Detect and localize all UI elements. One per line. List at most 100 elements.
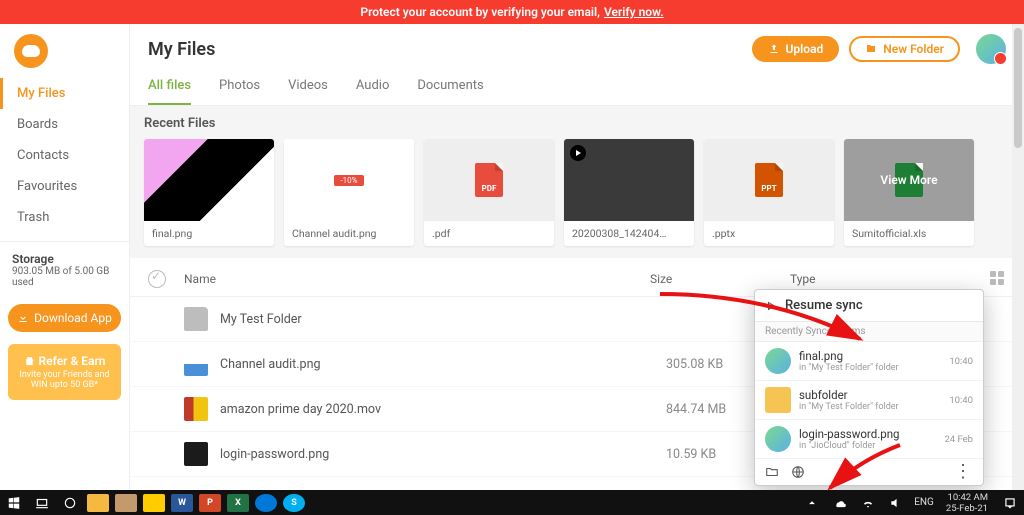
system-clock[interactable]: 10:42 AM 25-Feb-21 bbox=[938, 492, 996, 514]
main-content: My Files Upload New Folder All files Pho… bbox=[130, 24, 1024, 490]
recent-card[interactable]: final.png bbox=[144, 139, 274, 246]
taskbar-app[interactable] bbox=[115, 494, 137, 512]
file-name: My Test Folder bbox=[220, 312, 666, 327]
storage-widget: Storage 903.05 MB of 5.00 GB used bbox=[0, 241, 129, 298]
item-thumbnail bbox=[765, 348, 791, 374]
column-size[interactable]: Size bbox=[650, 272, 790, 286]
play-icon bbox=[570, 145, 586, 161]
item-location: in "My Test Folder" folder bbox=[799, 402, 941, 412]
language-indicator[interactable]: ENG bbox=[910, 490, 938, 515]
taskview-button[interactable] bbox=[28, 490, 56, 515]
vertical-scrollbar[interactable] bbox=[1012, 24, 1024, 490]
verify-banner: Protect your account by verifying your e… bbox=[0, 0, 1024, 24]
play-outline-icon bbox=[765, 300, 777, 312]
recent-card[interactable]: PPT .pptx bbox=[704, 139, 834, 246]
file-type-icon bbox=[184, 307, 208, 331]
tray-wifi-icon[interactable] bbox=[854, 490, 882, 515]
thumbnail bbox=[564, 139, 694, 221]
grid-view-icon[interactable] bbox=[990, 271, 1006, 287]
powerpoint-icon[interactable]: P bbox=[199, 494, 221, 512]
synced-item[interactable]: subfolder in "My Test Folder" folder 10:… bbox=[755, 381, 983, 420]
file-type-icon bbox=[184, 442, 208, 466]
item-name: final.png bbox=[799, 349, 941, 363]
sidebar-item-boards[interactable]: Boards bbox=[0, 109, 129, 140]
tray-chevron-icon[interactable] bbox=[798, 490, 826, 515]
windows-icon bbox=[7, 496, 21, 510]
refer-title: Refer & Earn bbox=[39, 354, 106, 368]
notification-button[interactable] bbox=[996, 490, 1024, 515]
pdf-icon: PDF bbox=[475, 163, 503, 197]
refer-detail: Invite your Friends and WIN upto 50 GB* bbox=[14, 370, 115, 390]
column-name[interactable]: Name bbox=[184, 272, 650, 286]
resume-sync-button[interactable]: Resume sync bbox=[755, 290, 983, 322]
card-label: .pdf bbox=[424, 221, 554, 246]
card-label: Sumitofficial.xls bbox=[844, 221, 974, 246]
cloud-icon bbox=[833, 496, 847, 510]
download-icon bbox=[17, 312, 29, 324]
tab-documents[interactable]: Documents bbox=[417, 72, 483, 105]
tab-audio[interactable]: Audio bbox=[356, 72, 389, 105]
explorer-icon[interactable] bbox=[143, 494, 165, 512]
file-name: Channel audit.png bbox=[220, 357, 666, 372]
cortana-button[interactable] bbox=[56, 490, 84, 515]
item-thumbnail bbox=[765, 387, 791, 413]
sidebar-item-contacts[interactable]: Contacts bbox=[0, 140, 129, 171]
taskbar-app[interactable] bbox=[87, 494, 109, 512]
item-time: 10:40 bbox=[949, 356, 973, 367]
item-time: 10:40 bbox=[949, 395, 973, 406]
synced-item[interactable]: login-password.png in "JioCloud" folder … bbox=[755, 420, 983, 459]
verify-link[interactable]: Verify now. bbox=[604, 5, 664, 19]
word-icon[interactable]: W bbox=[171, 494, 193, 512]
recent-cards: final.png -10% Channel audit.png PDF .pd… bbox=[144, 139, 1010, 246]
thumbnail: PDF bbox=[424, 139, 554, 221]
tab-videos[interactable]: Videos bbox=[288, 72, 328, 105]
banner-text: Protect your account by verifying your e… bbox=[360, 5, 600, 19]
recent-card[interactable]: -10% Channel audit.png bbox=[284, 139, 414, 246]
avatar[interactable] bbox=[976, 34, 1006, 64]
start-button[interactable] bbox=[0, 490, 28, 515]
tab-allfiles[interactable]: All files bbox=[148, 72, 191, 105]
item-name: subfolder bbox=[799, 388, 941, 402]
discount-badge: -10% bbox=[334, 175, 363, 186]
new-folder-button[interactable]: New Folder bbox=[849, 36, 960, 62]
tab-photos[interactable]: Photos bbox=[219, 72, 260, 105]
excel-icon[interactable]: X bbox=[227, 494, 249, 512]
file-type-icon bbox=[184, 397, 208, 421]
scrollbar-thumb[interactable] bbox=[1014, 28, 1022, 148]
recent-card[interactable]: PDF .pdf bbox=[424, 139, 554, 246]
card-label: .pptx bbox=[704, 221, 834, 246]
tray-cloud-icon[interactable] bbox=[826, 490, 854, 515]
thumbnail bbox=[144, 139, 274, 221]
ppt-icon: PPT bbox=[755, 163, 783, 197]
skype-icon[interactable]: S bbox=[283, 494, 305, 512]
upload-label: Upload bbox=[786, 42, 824, 56]
logo[interactable] bbox=[0, 24, 129, 78]
synced-item[interactable]: final.png in "My Test Folder" folder 10:… bbox=[755, 342, 983, 381]
column-type[interactable]: Type bbox=[790, 272, 990, 286]
sidebar-item-myfiles[interactable]: My Files bbox=[0, 78, 129, 109]
view-more-label: View More bbox=[880, 173, 937, 187]
upload-icon bbox=[768, 43, 780, 55]
edge-icon[interactable] bbox=[255, 494, 277, 512]
view-more-card[interactable]: View More Sumitofficial.xls bbox=[844, 139, 974, 246]
globe-icon[interactable] bbox=[791, 465, 805, 479]
download-app-button[interactable]: Download App bbox=[8, 304, 121, 332]
popup-footer: ⋮ bbox=[755, 459, 983, 485]
gift-icon bbox=[24, 356, 35, 367]
tray-volume-icon[interactable] bbox=[882, 490, 910, 515]
taskview-icon bbox=[35, 496, 49, 510]
refer-earn-card[interactable]: Refer & Earn Invite your Friends and WIN… bbox=[8, 344, 121, 400]
chevron-up-icon bbox=[805, 496, 819, 510]
item-location: in "My Test Folder" folder bbox=[799, 363, 941, 373]
upload-button[interactable]: Upload bbox=[752, 36, 840, 62]
sidebar-item-favourites[interactable]: Favourites bbox=[0, 171, 129, 202]
folder-icon[interactable] bbox=[765, 465, 779, 479]
header: My Files Upload New Folder bbox=[130, 24, 1024, 68]
recent-card[interactable]: 20200308_142404… bbox=[564, 139, 694, 246]
select-all-checkbox[interactable] bbox=[148, 270, 166, 288]
clock-time: 10:42 AM bbox=[946, 492, 988, 503]
sidebar-item-trash[interactable]: Trash bbox=[0, 202, 129, 233]
thumbnail: -10% bbox=[284, 139, 414, 221]
card-label: final.png bbox=[144, 221, 274, 246]
file-name: amazon prime day 2020.mov bbox=[220, 402, 666, 417]
